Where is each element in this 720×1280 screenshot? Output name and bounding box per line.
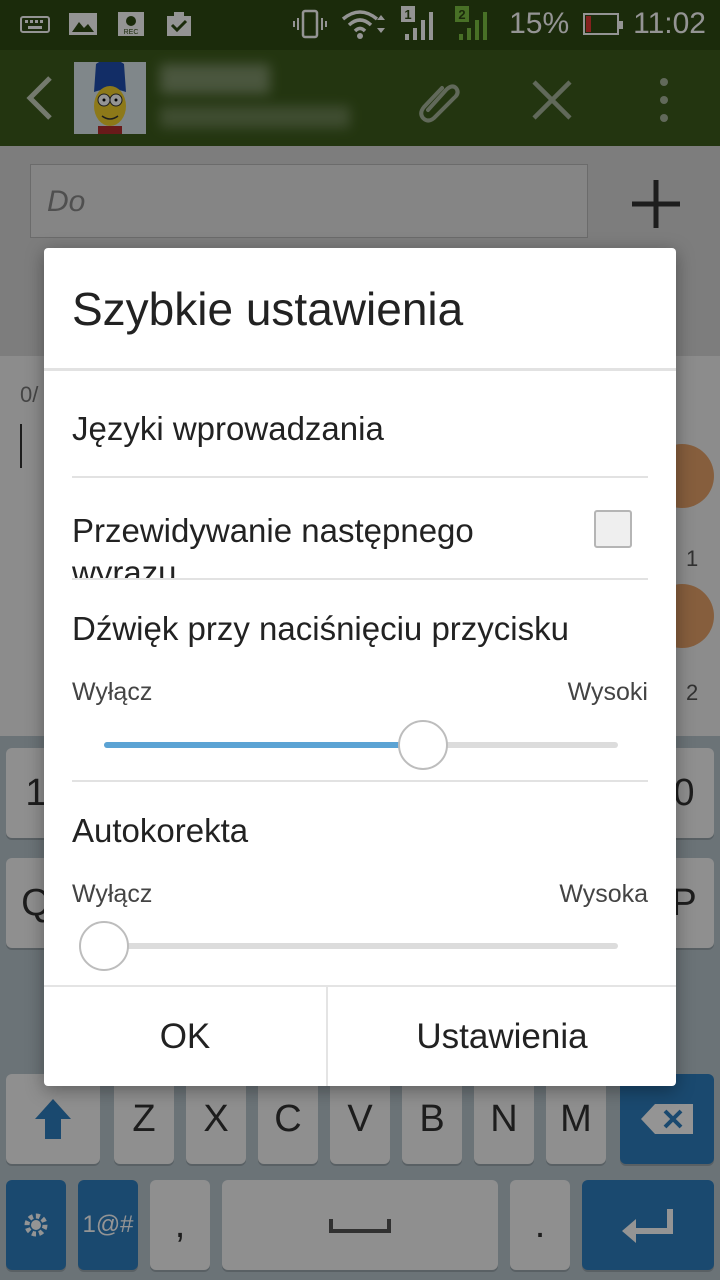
key-sound-max-label: Wysoki: [567, 678, 648, 706]
autocorrect-slider[interactable]: [79, 921, 618, 971]
next-word-prediction-label[interactable]: Przewidywanie następnego wyrazu: [72, 510, 542, 578]
key-sound-min-label: Wyłącz: [72, 678, 153, 706]
autocorrect-min-label: Wyłącz: [72, 880, 153, 908]
divider: [72, 780, 648, 782]
input-languages-item[interactable]: Języki wprowadzania: [72, 410, 384, 448]
key-sound-label: Dźwięk przy naciśnięciu przycisku: [72, 610, 569, 647]
next-word-prediction-checkbox[interactable]: [594, 510, 632, 548]
divider: [72, 476, 648, 478]
dialog-button-bar: OK Ustawienia: [44, 985, 676, 1086]
key-sound-slider-fill: [104, 742, 423, 748]
autocorrect-max-label: Wysoka: [559, 880, 648, 908]
dialog-title: Szybkie ustawienia: [72, 283, 464, 335]
divider: [72, 578, 648, 580]
settings-button[interactable]: Ustawienia: [328, 987, 676, 1086]
key-sound-slider-thumb[interactable]: [397, 720, 448, 770]
key-sound-slider[interactable]: [104, 720, 618, 770]
ok-button[interactable]: OK: [44, 987, 326, 1086]
autocorrect-label: Autokorekta: [72, 812, 249, 849]
autocorrect-slider-thumb[interactable]: [79, 921, 129, 971]
screen: REC 1 2 15% 11:02 Do 0/ 1 2 1 0 Q P Z X …: [0, 0, 720, 1280]
quick-settings-dialog: Szybkie ustawienia Języki wprowadzania P…: [44, 248, 676, 1086]
title-divider: [44, 368, 676, 371]
